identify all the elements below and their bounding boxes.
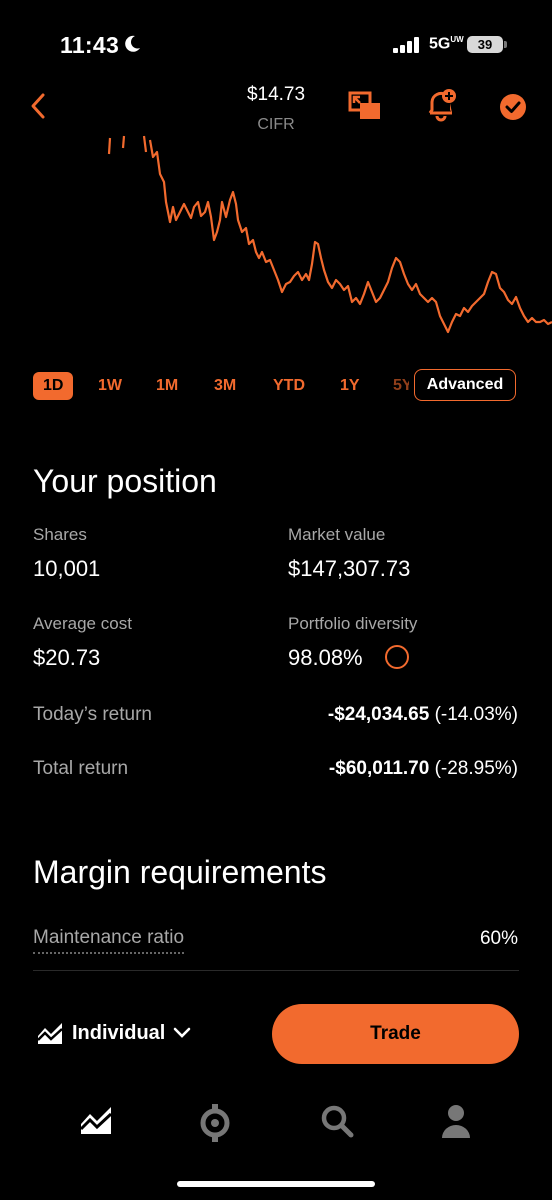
divider: [33, 970, 519, 971]
stocks-chart-icon[interactable]: [79, 1104, 113, 1136]
account-label: Individual: [72, 1021, 166, 1044]
search-icon[interactable]: [320, 1104, 354, 1138]
tab-1w[interactable]: 1W: [98, 372, 122, 400]
portfolio-diversity-label: Portfolio diversity: [288, 614, 418, 633]
shares-label: Shares: [33, 525, 87, 544]
tab-ytd[interactable]: YTD: [273, 372, 305, 400]
crypto-icon[interactable]: [198, 1104, 232, 1142]
market-value: $147,307.73: [288, 556, 411, 581]
chart-line-segment: [107, 135, 148, 155]
todays-return-value: -$24,034.65 (-14.03%): [327, 704, 518, 725]
tab-1m[interactable]: 1M: [156, 372, 178, 400]
tab-1d[interactable]: 1D: [33, 372, 74, 400]
average-cost-label: Average cost: [33, 614, 132, 633]
account-chart-icon: [37, 1023, 63, 1044]
tab-5y[interactable]: 5Y: [393, 372, 409, 400]
portfolio-diversity-value: 98.08%: [288, 645, 363, 670]
market-value-label: Market value: [288, 525, 386, 544]
tab-3m[interactable]: 3M: [214, 372, 236, 400]
tab-1y[interactable]: 1Y: [340, 372, 360, 400]
shares-value: 10,001: [33, 556, 101, 581]
stock-price: $14.73: [246, 84, 306, 105]
signal-icon: [393, 37, 419, 53]
profile-icon[interactable]: [440, 1104, 472, 1138]
battery-tip: [504, 41, 507, 48]
moon-icon: [125, 35, 140, 52]
check-circle-icon[interactable]: [499, 93, 527, 121]
todays-return-label: Today’s return: [33, 704, 152, 725]
battery-indicator: 39: [467, 36, 503, 53]
chart-price-line: [148, 139, 552, 334]
diversity-ring-icon[interactable]: [385, 645, 409, 669]
maintenance-ratio-value: 60%: [479, 928, 518, 949]
total-return-value: -$60,011.70 (-28.95%): [328, 758, 518, 779]
network-indicator: 5GUW: [429, 35, 464, 53]
maintenance-ratio-label[interactable]: Maintenance ratio: [33, 927, 185, 954]
picture-in-picture-icon[interactable]: [348, 91, 382, 121]
average-cost-value: $20.73: [33, 645, 101, 670]
status-time: 11:43: [60, 32, 120, 58]
home-indicator: [177, 1181, 375, 1187]
price-chart[interactable]: [0, 132, 552, 337]
trade-button[interactable]: Trade: [272, 1004, 519, 1064]
add-alert-bell-icon[interactable]: [426, 88, 458, 122]
margin-title: Margin requirements: [33, 854, 327, 890]
total-return-label: Total return: [33, 758, 129, 779]
position-title: Your position: [33, 463, 217, 499]
advanced-button[interactable]: Advanced: [414, 369, 516, 401]
chevron-down-icon: [174, 1027, 191, 1038]
account-selector[interactable]: Individual: [36, 1020, 191, 1046]
